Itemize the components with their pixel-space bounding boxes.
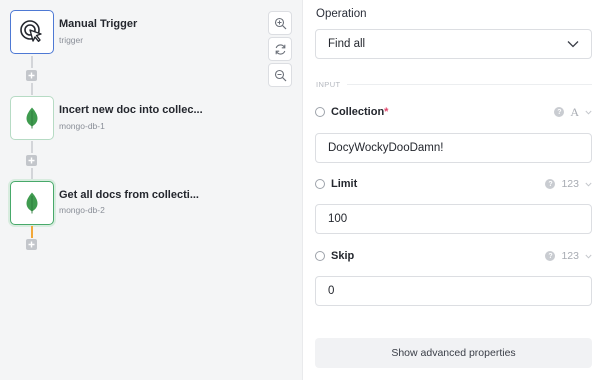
limit-radio[interactable] [315, 179, 325, 189]
node-title: Get all docs from collecti... [59, 189, 199, 201]
cursor-click-icon [20, 20, 42, 42]
node-title: Manual Trigger [59, 18, 138, 30]
property-name: Collection [331, 106, 385, 118]
refresh-icon [275, 43, 285, 55]
input-section-header: INPUT [316, 79, 592, 89]
add-node-button[interactable] [26, 70, 37, 81]
property-name: Skip [331, 250, 355, 262]
zoom-in-button[interactable] [268, 11, 292, 35]
chevron-down-icon [567, 41, 579, 48]
zoom-out-button[interactable] [268, 63, 292, 87]
divider [346, 83, 592, 85]
limit-value: 100 [328, 213, 348, 225]
collection-property: Collection * ? A [315, 105, 592, 119]
workflow-canvas: Manual Trigger trigger Incert new doc in… [0, 0, 303, 380]
operation-select[interactable]: Find all [315, 29, 592, 59]
skip-value: 0 [328, 285, 335, 297]
node-subtitle: trigger [59, 35, 84, 45]
operation-value: Find all [328, 38, 366, 50]
mongodb-leaf-icon [26, 107, 38, 129]
collection-input[interactable]: DocyWockyDooDamn! [315, 133, 592, 163]
node-subtitle: mongo-db-2 [59, 205, 105, 215]
skip-radio[interactable] [315, 251, 325, 261]
limit-input[interactable]: 100 [315, 204, 592, 234]
node-title: Incert new doc into collec... [59, 104, 203, 116]
connector-line [31, 168, 33, 180]
section-title: INPUT [316, 79, 341, 89]
connector-line [31, 141, 33, 153]
reset-zoom-button[interactable] [268, 37, 292, 61]
collection-value: DocyWockyDooDamn! [328, 142, 444, 154]
skip-property: Skip ? 123 [315, 249, 592, 263]
show-advanced-properties-button[interactable]: Show advanced properties [315, 338, 592, 368]
mongo-node-active[interactable] [10, 181, 54, 225]
plus-icon [28, 157, 35, 164]
chevron-down-icon[interactable] [585, 254, 592, 259]
connector-line [31, 56, 33, 68]
mongo-node[interactable] [10, 96, 54, 140]
help-icon[interactable]: ? [545, 251, 556, 261]
skip-input[interactable]: 0 [315, 276, 592, 306]
mongodb-leaf-icon [26, 192, 38, 214]
type-number-indicator[interactable]: 123 [561, 250, 579, 262]
type-text-indicator[interactable]: A [570, 105, 579, 120]
connector-line [31, 83, 33, 95]
chevron-down-icon[interactable] [585, 110, 592, 115]
property-name: Limit [331, 178, 358, 190]
type-number-indicator[interactable]: 123 [561, 178, 579, 190]
collection-radio[interactable] [315, 107, 325, 117]
plus-icon [28, 241, 35, 248]
add-node-button[interactable] [26, 155, 37, 166]
help-icon[interactable]: ? [554, 107, 565, 117]
chevron-down-icon[interactable] [585, 182, 592, 187]
node-subtitle: mongo-db-1 [59, 121, 105, 131]
limit-property: Limit ? 123 [315, 177, 592, 191]
required-marker: * [384, 106, 389, 118]
trigger-node[interactable] [10, 10, 54, 54]
zoom-in-icon [274, 17, 286, 29]
operation-label: Operation [316, 8, 367, 20]
plus-icon [28, 72, 35, 79]
zoom-out-icon [274, 69, 286, 81]
help-icon[interactable]: ? [545, 179, 556, 189]
active-connector-line [31, 226, 33, 238]
properties-panel: Operation Find all INPUT Collection * ? … [304, 0, 600, 380]
add-node-button[interactable] [26, 239, 37, 250]
